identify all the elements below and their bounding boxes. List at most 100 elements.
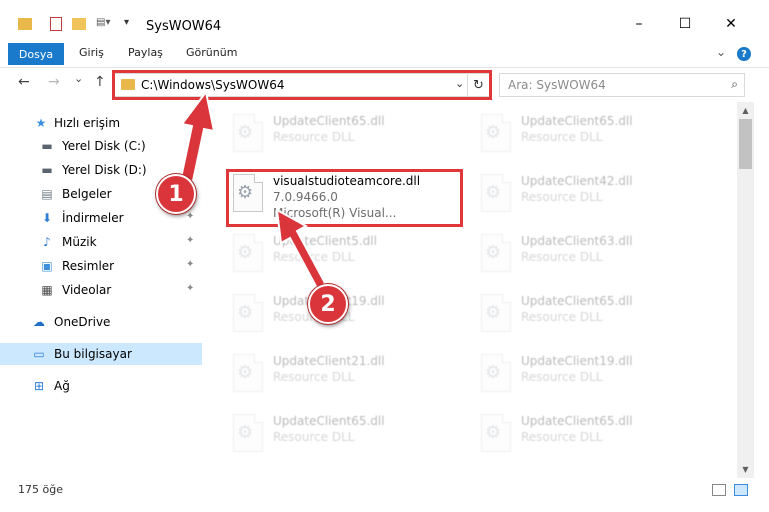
file-name: UpdateClient19.dll [521,354,633,368]
gear-icon: ⚙ [237,122,254,143]
file-name: UpdateClient65.dll [521,114,633,128]
sidebar-item-label: OneDrive [54,315,111,329]
tab-home[interactable]: Giriş [79,46,104,59]
customize-toolbar-icon[interactable]: ▤▾ [96,17,110,28]
pin-icon: ✦ [186,283,195,294]
network-icon: ⊞ [33,379,45,393]
minimize-button[interactable]: – [616,8,662,40]
scroll-up-icon[interactable]: ▲ [737,102,754,119]
tab-view[interactable]: Görünüm [186,46,237,59]
sidebar-item-music[interactable]: ♪ Müzik ✦ [0,231,202,253]
vertical-scrollbar[interactable]: ▲ ▼ [737,102,754,478]
file-name: UpdateClient65.dll [521,414,633,428]
scroll-down-icon[interactable]: ▼ [737,461,754,478]
file-type: Resource DLL [273,250,355,264]
sidebar-item-label: Bu bilgisayar [54,347,132,361]
tab-share[interactable]: Paylaş [128,46,163,59]
gear-icon: ⚙ [485,182,502,203]
pin-icon: ✦ [186,211,195,222]
help-icon[interactable]: ? [737,47,751,61]
star-icon: ★ [35,116,47,130]
file-type: Resource DLL [273,430,355,444]
list-item[interactable]: ⚙ UpdateClient65.dll Resource DLL [227,108,467,160]
list-item[interactable]: ⚙ UpdateClient65.dll Resource DLL [475,108,715,160]
back-button[interactable]: ← [18,74,30,90]
gear-icon: ⚙ [237,302,254,323]
pin-icon: ✦ [186,163,195,174]
computer-icon: ▭ [33,347,45,361]
sidebar-item-label: Hızlı erişim [54,116,121,130]
file-name: UpdateClient65.dll [273,114,385,128]
search-box[interactable]: Ara: SysWOW64 ⌕ [499,73,745,97]
music-icon: ♪ [43,235,51,249]
file-type: Resource DLL [521,370,603,384]
list-item[interactable]: ⚙ UpdateClient5.dll Resource DLL [227,228,467,280]
close-button[interactable]: ✕ [708,8,754,40]
pin-icon: ✦ [186,235,195,246]
sidebar-item-quick-access[interactable]: ★ Hızlı erişim [0,112,202,134]
file-type: Resource DLL [273,130,355,144]
sidebar-item-network[interactable]: ⊞ Ağ [0,375,202,397]
item-count: 175 öğe [18,483,63,496]
gear-icon: ⚙ [237,362,254,383]
gear-icon: ⚙ [237,242,254,263]
details-view-icon[interactable] [712,484,726,496]
list-item[interactable]: ⚙ UpdateClient42.dll Resource DLL [475,168,715,220]
maximize-button[interactable]: ☐ [662,8,708,40]
chevron-down-icon[interactable]: ▾ [124,17,129,28]
list-item[interactable]: ⚙ UpdateClient19.dll Resource DLL [227,288,467,340]
sidebar-item-label: Ağ [54,379,70,393]
forward-button[interactable]: → [48,74,60,90]
drive-icon: ▬ [41,139,53,153]
step-badge-1: 1 [156,174,196,214]
list-item[interactable]: ⚙ UpdateClient65.dll Resource DLL [227,408,467,460]
sidebar-item-this-pc[interactable]: ▭ Bu bilgisayar [0,343,202,365]
sidebar-item-local-disk-c[interactable]: ▬ Yerel Disk (C:) [0,135,202,157]
list-item[interactable]: ⚙ UpdateClient65.dll Resource DLL [475,408,715,460]
search-icon[interactable]: ⌕ [731,77,738,92]
folder-icon [18,18,32,30]
list-item[interactable]: ⚙ UpdateClient21.dll Resource DLL [227,348,467,400]
gear-icon: ⚙ [485,302,502,323]
sidebar-item-label: Müzik [62,235,97,249]
list-item[interactable]: ⚙ UpdateClient19.dll Resource DLL [475,348,715,400]
sidebar-item-pictures[interactable]: ▣ Resimler ✦ [0,255,202,277]
list-item[interactable]: ⚙ UpdateClient63.dll Resource DLL [475,228,715,280]
scroll-thumb[interactable] [739,119,752,169]
new-folder-icon[interactable] [72,18,86,30]
properties-icon[interactable] [50,17,62,31]
sidebar-item-label: Yerel Disk (C:) [62,139,146,153]
tiles-view-icon[interactable] [734,484,748,496]
address-highlight [112,70,492,100]
sidebar-item-label: İndirmeler [62,211,124,225]
sidebar-item-label: Belgeler [62,187,112,201]
file-type: Resource DLL [521,190,603,204]
file-highlight [226,169,463,227]
search-input[interactable]: Ara: SysWOW64 [508,78,606,92]
file-pane: ⚙ UpdateClient65.dll Resource DLL ⚙ visu… [205,102,737,478]
title-bar: ▤▾ ▾ SysWOW64 – ☐ ✕ [0,0,769,40]
tab-file[interactable]: Dosya [8,43,64,65]
pin-icon: ✦ [186,259,195,270]
expand-ribbon-icon[interactable]: ⌄ [716,45,726,59]
file-type: Resource DLL [521,130,603,144]
gear-icon: ⚙ [485,242,502,263]
sidebar-item-onedrive[interactable]: ☁ OneDrive [0,311,202,333]
file-name: UpdateClient42.dll [521,174,633,188]
sidebar-item-label: Resimler [62,259,115,273]
recent-locations-icon[interactable]: ⌄ [74,72,83,85]
sidebar-item-label: Videolar [62,283,112,297]
drive-icon: ▬ [41,163,53,177]
gear-icon: ⚙ [485,422,502,443]
documents-icon: ▤ [41,187,53,201]
sidebar-item-videos[interactable]: ▦ Videolar ✦ [0,279,202,301]
file-name: UpdateClient5.dll [273,234,377,248]
file-name: UpdateClient63.dll [521,234,633,248]
step-badge-2: 2 [308,284,348,324]
window-title: SysWOW64 [146,19,222,34]
download-icon: ⬇ [41,211,53,225]
up-button[interactable]: ↑ [94,74,106,90]
cloud-icon: ☁ [33,315,45,329]
list-item[interactable]: ⚙ UpdateClient65.dll Resource DLL [475,288,715,340]
file-type: Resource DLL [273,370,355,384]
